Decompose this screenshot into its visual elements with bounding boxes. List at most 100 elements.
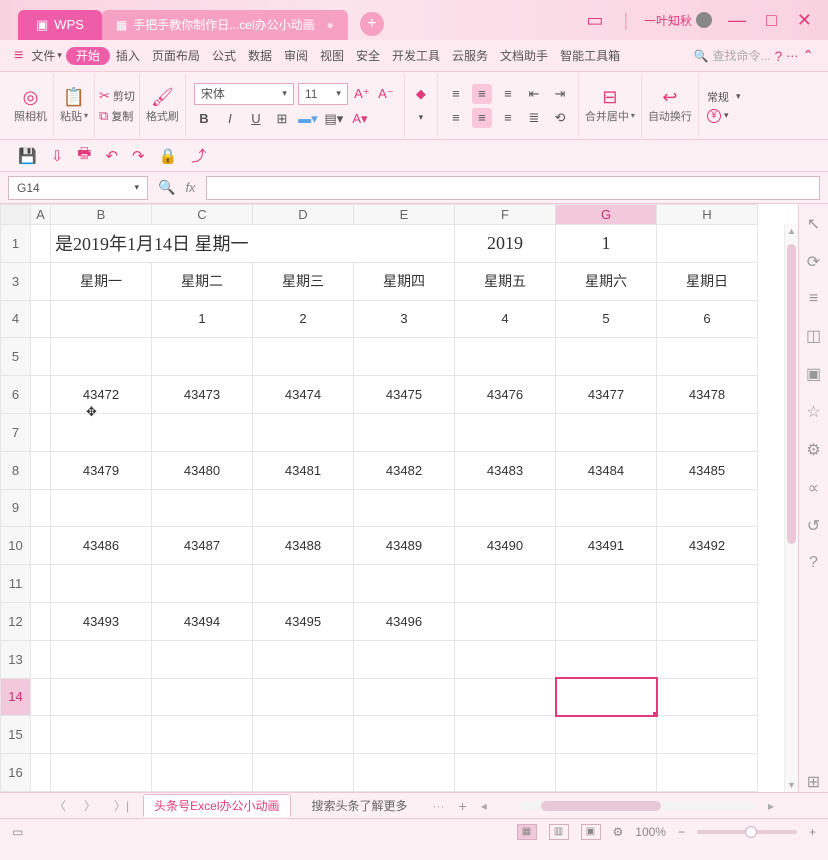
cell[interactable] [253,640,354,678]
cell[interactable] [657,716,758,754]
scroll-down-icon[interactable]: ▼ [785,780,798,790]
cell[interactable]: 2019 [455,225,556,263]
camera-group[interactable]: ◎ 照相机 [8,74,54,137]
cell[interactable] [152,716,253,754]
zoom-knob[interactable] [745,826,757,838]
refresh-icon[interactable]: ⟳ [807,252,820,272]
cell[interactable] [31,565,51,603]
cell[interactable]: 43488 [253,527,354,565]
cell[interactable]: 43491 [556,527,657,565]
col-header-D[interactable]: D [253,205,354,225]
cell[interactable] [253,565,354,603]
minimize-icon[interactable]: — [724,10,750,31]
cell[interactable] [556,489,657,527]
page-view-button[interactable]: ▥ [549,824,569,840]
menu-tab-10[interactable]: 文档助手 [494,47,554,65]
normal-view-button[interactable]: ▦ [517,824,537,840]
cell[interactable] [455,489,556,527]
cell[interactable]: 星期日 [657,262,758,300]
align-left-button[interactable]: ≡ [446,108,466,128]
cell[interactable]: 43478 [657,376,758,414]
underline-button[interactable]: U [246,109,266,129]
tab-scroll-left-icon[interactable]: ◂ [477,799,491,813]
help-icon[interactable]: ? [774,48,782,64]
maximize-icon[interactable]: □ [762,10,781,31]
select-all-corner[interactable] [1,205,31,225]
status-mode-icon[interactable]: ▭ [12,825,23,839]
row-header-14[interactable]: 14 [1,678,31,716]
bold-button[interactable]: B [194,109,214,129]
redo-icon[interactable]: ↷ [132,147,145,165]
clear-icon[interactable]: ◆ [411,84,431,104]
increase-font-icon[interactable]: A⁺ [352,84,372,104]
cell[interactable]: 43490 [455,527,556,565]
menu-tab-4[interactable]: 数据 [242,47,278,65]
cell[interactable] [51,565,152,603]
font-color-button[interactable]: A▾ [350,109,370,129]
cell[interactable] [455,338,556,376]
zoom-in-button[interactable]: + [809,825,816,839]
cell[interactable] [51,678,152,716]
orientation-button[interactable]: ⟲ [550,108,570,128]
row-header-12[interactable]: 12 [1,602,31,640]
cell[interactable] [354,716,455,754]
col-header-B[interactable]: B [51,205,152,225]
row-header-9[interactable]: 9 [1,489,31,527]
cell[interactable] [31,527,51,565]
row-header-16[interactable]: 16 [1,754,31,792]
align-right-button[interactable]: ≡ [498,108,518,128]
menu-tab-8[interactable]: 开发工具 [386,47,446,65]
align-top-button[interactable]: ≡ [446,84,466,104]
cell[interactable]: 星期五 [455,262,556,300]
cell[interactable] [31,489,51,527]
menu-tab-2[interactable]: 页面布局 [146,47,206,65]
col-header-A[interactable]: A [31,205,51,225]
cell[interactable]: 星期六 [556,262,657,300]
row-header-13[interactable]: 13 [1,640,31,678]
menu-tab-9[interactable]: 云服务 [446,47,494,65]
italic-button[interactable]: I [220,109,240,129]
copy-button[interactable]: ⧉复制 [99,108,135,124]
menu-icon[interactable]: ≡ [14,47,23,65]
cell-style-button[interactable]: ▤▾ [324,109,344,129]
cell[interactable] [152,489,253,527]
cell[interactable] [253,413,354,451]
row-header-10[interactable]: 10 [1,527,31,565]
cell[interactable]: 1 [152,300,253,338]
file-menu[interactable]: 文件▾ [31,47,62,64]
cell[interactable]: 43475 [354,376,455,414]
save-icon[interactable]: 💾 [18,147,37,165]
cell[interactable]: 43480 [152,451,253,489]
zoom-value[interactable]: 100% [635,825,666,839]
wrap-group[interactable]: ↩ 自动换行 [642,74,699,137]
cell[interactable] [556,678,657,716]
border-button[interactable]: ⊞ [272,109,292,129]
cell[interactable] [657,678,758,716]
cell[interactable] [31,716,51,754]
row-header-8[interactable]: 8 [1,451,31,489]
cell[interactable]: 43485 [657,451,758,489]
select-icon[interactable]: ↖ [807,214,820,234]
cell[interactable] [657,413,758,451]
app-tab[interactable]: ▣ WPS [18,10,102,40]
tab-more[interactable]: ··· [429,799,449,813]
settings-icon[interactable]: ⚙ [806,440,820,460]
help-side-icon[interactable]: ? [809,554,818,572]
lock-icon[interactable]: 🔒 [159,147,178,165]
number-format-select[interactable]: 常规▾ [707,89,741,105]
cell[interactable]: 43487 [152,527,253,565]
cell[interactable] [152,565,253,603]
col-header-C[interactable]: C [152,205,253,225]
sheet-tab-2[interactable]: 搜索头条了解更多 [301,794,419,817]
horizontal-scrollbar[interactable] [521,801,754,811]
distribute-button[interactable]: ≣ [524,108,544,128]
cell[interactable] [455,754,556,792]
cell[interactable] [354,678,455,716]
vertical-scrollbar[interactable]: ▲ ▼ [784,224,798,792]
cell[interactable] [657,602,758,640]
merge-group[interactable]: ⊟ 合并居中▾ [579,74,642,137]
row-header-15[interactable]: 15 [1,716,31,754]
cell[interactable] [152,678,253,716]
cell[interactable] [51,300,152,338]
more-icon[interactable]: ⋯ [786,49,798,63]
